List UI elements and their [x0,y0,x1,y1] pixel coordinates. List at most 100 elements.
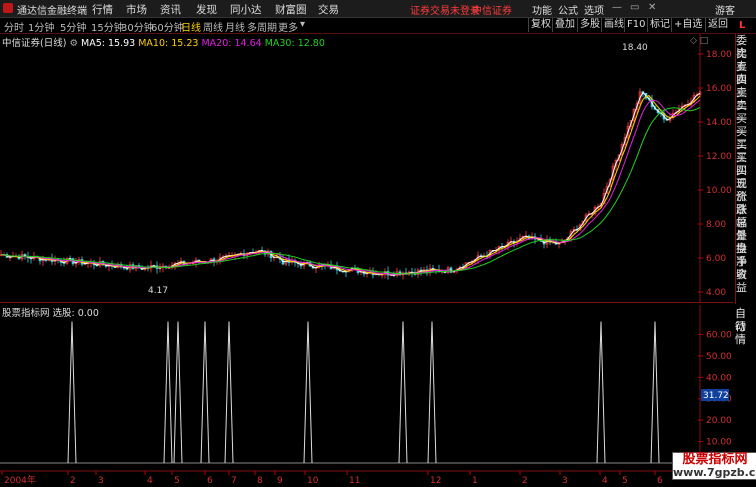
side-panel-item: 委比 [736,34,747,60]
login-notice[interactable]: 证券交易未登录 [410,2,480,17]
date-label: 12 [430,476,441,486]
period-1min[interactable]: 1分钟 [28,19,54,34]
period-toolbar: 分时 1分钟 5分钟 15分钟 30分钟 60分钟 日线 周线 月线 多周期 更… [0,18,756,34]
ma5-label: MA5: 15.93 [81,38,136,49]
broker-name[interactable]: 中信证券 [472,2,512,17]
title-bar: 通达信金融终端 行情 市场 资讯 发现 同小达 财富圈 交易 证券交易未登录 中… [0,0,756,18]
close-icon[interactable]: ✕ [648,2,656,13]
maximize-icon[interactable]: ▭ [630,2,639,13]
ma10-label: MA10: 15.23 [138,38,199,49]
multi-stock-button[interactable]: 多股 [577,18,602,32]
period-5min[interactable]: 5分钟 [60,19,86,34]
menu-trade[interactable]: 交易 [318,2,339,17]
period-30min[interactable]: 30分钟 [121,19,154,34]
period-intraday[interactable]: 分时 [4,19,24,34]
price-tick-label: 8.00 [706,220,726,230]
signal-pulse [650,321,660,464]
price-tick-label: 18.00 [706,50,732,60]
price-tick-label: 4.00 [706,288,726,298]
menu-news[interactable]: 资讯 [160,2,181,17]
period-more[interactable]: 更多 [278,19,298,34]
signal-pulse [303,321,313,464]
price-chart-svg[interactable]: 18.00 16.00 14.00 12.00 10.00 8.00 6.00 4.00 18.… [0,34,733,302]
ma-line-1 [0,94,701,275]
price-chart[interactable]: 18.00 16.00 14.00 12.00 10.00 8.00 6.00 4.00 18.… [0,34,733,303]
current-value: 31.72 [703,391,729,401]
adjust-button[interactable]: 复权 [528,18,553,32]
date-label: 3 [98,476,104,486]
menu-quotes[interactable]: 行情 [92,2,113,17]
side-panel-item: 现价 [736,177,747,203]
add-watchlist-button[interactable]: +自选 [671,18,704,32]
side-panel-item: 涨跌 [736,190,747,216]
side-panel-item: 外盘 [736,229,747,255]
overlay-button[interactable]: 叠加 [552,18,577,32]
guest-label[interactable]: 游客 [715,2,735,17]
side-panel-item: 收益 [736,268,747,294]
date-label: 8 [257,476,263,486]
date-label: 1 [472,476,478,486]
price-tick-label: 6.00 [706,254,726,264]
period-15min[interactable]: 15分钟 [91,19,124,34]
side-panel-item: 总量 [736,216,747,242]
price-tick-label: 12.00 [706,152,732,162]
menu-tongxiaoda[interactable]: 同小达 [230,2,262,17]
ind-tick-label: 50.00 [706,352,732,362]
period-weekly[interactable]: 周线 [203,19,223,34]
menu-market[interactable]: 市场 [126,2,147,17]
signal-pulse [224,321,234,464]
signal-pulse [200,321,210,464]
f10-button[interactable]: F10 [624,18,647,32]
date-label: 6 [207,476,213,486]
menu-options[interactable]: 选项 [584,2,604,17]
signal-pulse [173,321,183,464]
back-button[interactable]: 返回 [705,18,730,32]
chart-legend: 中信证券(日线) ⚙ MA5: 15.93 MA10: 15.23 MA20: … [2,35,325,49]
chart-controls[interactable]: ◇ □ [690,36,708,46]
signal-pulse [596,321,606,464]
ind-tick-label: 60.00 [706,330,732,340]
period-multi[interactable]: 多周期 [247,19,277,34]
ma20-label: MA20: 14.64 [201,38,262,49]
auto-button[interactable]: 自动 [735,307,756,333]
period-60min[interactable]: 60分钟 [151,19,184,34]
signal-pulse [398,321,408,464]
menu-wealth[interactable]: 财富圈 [275,2,307,17]
watermark-logo: 股票指标网 www.7gpzb.com [672,452,756,481]
period-daily[interactable]: 日线 [181,19,201,34]
date-label: 10 [307,476,319,486]
date-label: 5 [622,476,628,486]
chevron-down-icon[interactable]: ▾ [300,19,305,30]
date-label: 4 [147,476,153,486]
side-panel-item: 买一 [736,112,747,138]
ind-tick-label: 40.00 [706,373,732,383]
side-panel-bottom: 自动 行情 [735,307,756,346]
period-monthly[interactable]: 月线 [225,19,245,34]
quote-side-panel: L 委比 卖五 卖四 卖三 卖二 卖一 买一 买二 买三 买四 买五 现价 涨跌 涨幅 总量 外盘 换手 净资 收益 [735,20,756,304]
mark-button[interactable]: 标记 [647,18,672,32]
signal-pulse [163,321,173,464]
side-panel-item: 卖四 [736,60,747,86]
date-axis: 2004年 2 3 4 5 6 7 8 9 10 11 12 1 2 3 4 5 6 [0,470,700,486]
date-label: 7 [231,476,237,486]
date-label: 2 [522,476,528,486]
date-label: 6 [657,476,663,486]
minimize-icon[interactable]: — [612,2,622,13]
date-label: 11 [349,476,360,486]
menu-discover[interactable]: 发现 [196,2,217,17]
side-panel-item: 买四 [736,151,747,177]
app-title: 通达信金融终端 [17,6,87,17]
ma-line-3 [0,106,701,275]
menu-function[interactable]: 功能 [532,2,552,17]
menu-formula[interactable]: 公式 [558,2,578,17]
ma-line-0 [0,91,701,276]
side-panel-item: 换手 [736,242,747,268]
indicator-chart-svg[interactable]: 60.0050.0040.0030.0020.0010.0031.72 [0,305,733,465]
ma-line-2 [0,99,701,275]
quote-button[interactable]: 行情 [735,320,756,346]
draw-button[interactable]: 画线 [601,18,626,32]
signal-pulse [67,321,77,464]
gear-icon[interactable]: ⚙ [69,38,78,49]
price-tick-label: 14.00 [706,118,732,128]
ind-tick-label: 20.00 [706,416,732,426]
